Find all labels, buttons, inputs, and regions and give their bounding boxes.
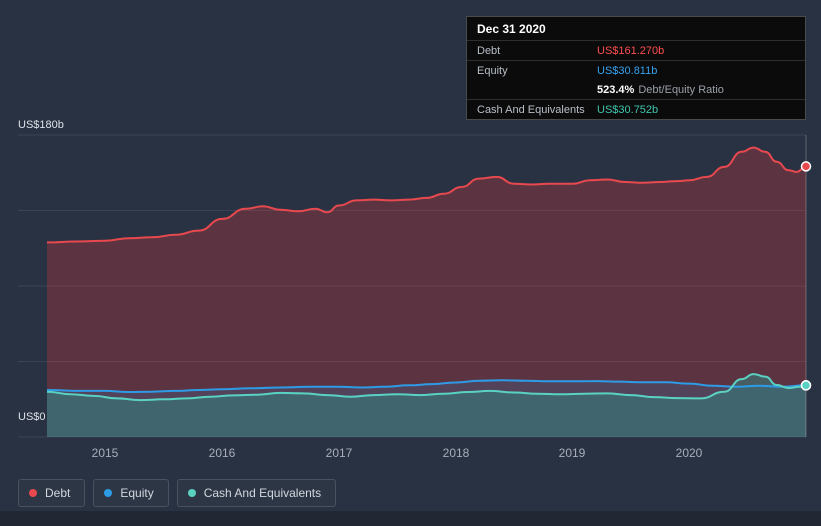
tooltip: Dec 31 2020 Debt US$161.270b Equity US$3… <box>466 16 806 120</box>
legend: Debt Equity Cash And Equivalents <box>18 479 337 507</box>
tooltip-debt-value: US$161.270b <box>597 44 665 57</box>
x-tick-2016: 2016 <box>208 446 236 460</box>
tooltip-row-equity: Equity US$30.811b <box>467 61 805 80</box>
tooltip-equity-value: US$30.811b <box>597 64 658 77</box>
tooltip-row-ratio: 523.4% Debt/Equity Ratio <box>467 80 805 100</box>
tooltip-row-cash: Cash And Equivalents US$30.752b <box>467 100 805 119</box>
debt-equity-history-panel: US$180b US$0 2015 2016 2017 2018 2019 20… <box>0 0 821 526</box>
x-tick-2018: 2018 <box>442 446 470 460</box>
tooltip-cash-label: Cash And Equivalents <box>477 103 585 116</box>
cash-series-dot-icon <box>187 489 196 497</box>
x-tick-2020: 2020 <box>675 446 703 460</box>
x-tick-2019: 2019 <box>558 446 586 460</box>
cash-endpoint-marker <box>800 380 812 391</box>
tooltip-ratio-text: Debt/Equity Ratio <box>638 83 724 96</box>
legend-item-debt[interactable]: Debt <box>18 479 86 507</box>
equity-series-dot-icon <box>104 489 113 497</box>
legend-label-equity: Equity <box>120 486 154 500</box>
tooltip-equity-label: Equity <box>477 64 508 77</box>
x-tick-2017: 2017 <box>325 446 353 460</box>
legend-label-debt: Debt <box>45 486 71 500</box>
tooltip-cash-value: US$30.752b <box>597 103 659 116</box>
legend-item-cash[interactable]: Cash And Equivalents <box>176 479 337 507</box>
tooltip-row-debt: Debt US$161.270b <box>467 41 805 61</box>
debt-endpoint-marker <box>800 161 812 172</box>
tooltip-ratio-value: 523.4% <box>597 83 635 96</box>
y-axis-label-max: US$180b <box>18 119 64 131</box>
legend-item-equity[interactable]: Equity <box>93 479 169 507</box>
tooltip-debt-label: Debt <box>477 44 501 57</box>
x-tick-2015: 2015 <box>91 446 119 460</box>
y-axis-label-min: US$0 <box>18 411 46 423</box>
tooltip-date: Dec 31 2020 <box>467 17 805 41</box>
debt-series-dot-icon <box>29 489 37 497</box>
legend-label-cash: Cash And Equivalents <box>203 486 322 500</box>
bottom-panel-edge <box>0 511 821 526</box>
